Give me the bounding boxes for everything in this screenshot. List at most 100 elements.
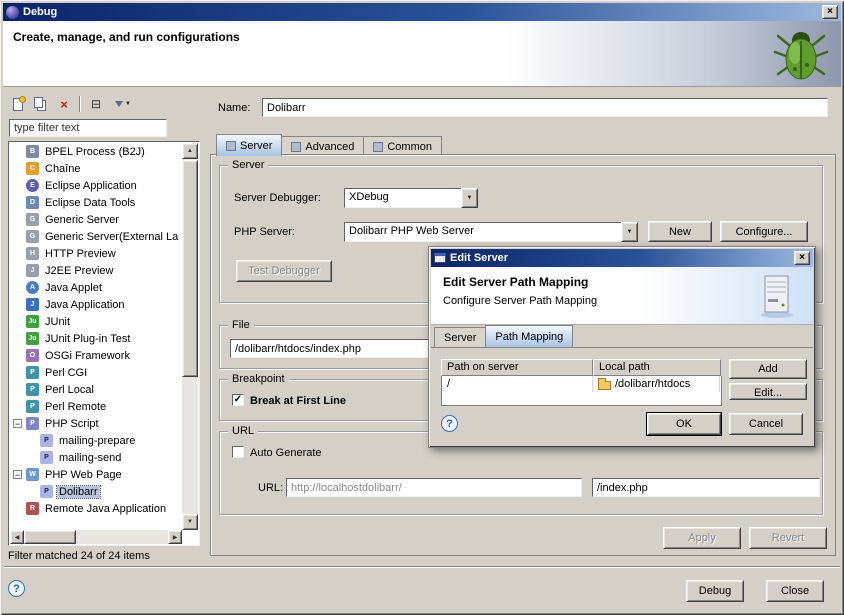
tree-item-generic-server[interactable]: GGeneric Server <box>10 211 182 228</box>
edit-server-heading: Edit Server Path Mapping <box>443 275 588 289</box>
edit-server-title: Edit Server <box>450 252 794 264</box>
apply-button[interactable]: Apply <box>663 527 741 549</box>
tree-item-perl-cgi[interactable]: PPerl CGI <box>10 364 182 381</box>
edit-server-subheading: Configure Server Path Mapping <box>443 295 597 307</box>
column-local-path[interactable]: Local path <box>593 359 721 376</box>
tree-item-perl-local[interactable]: PPerl Local <box>10 381 182 398</box>
tree-item-mailing-prepare[interactable]: Pmailing-prepare <box>10 432 182 449</box>
collapse-expander-icon[interactable]: − <box>13 419 22 428</box>
tab-server[interactable]: Server <box>216 134 282 156</box>
php-server-select[interactable]: Dolibarr PHP Web Server ▼ <box>344 222 638 242</box>
scroll-right-icon[interactable]: ▶ <box>168 530 182 544</box>
edit-server-titlebar: Edit Server × <box>431 249 813 267</box>
revert-button[interactable]: Revert <box>749 527 827 549</box>
path-on-server-cell: / <box>442 376 593 392</box>
tree-item-j2ee-preview[interactable]: JJ2EE Preview <box>10 262 182 279</box>
j2ee-preview-icon: J <box>26 264 39 277</box>
collapse-expander-icon[interactable]: − <box>13 470 22 479</box>
tree-item-bpel[interactable]: BBPEL Process (B2J) <box>10 143 182 160</box>
tree-item-eclipse-data-tools[interactable]: DEclipse Data Tools <box>10 194 182 211</box>
scroll-left-icon[interactable]: ◀ <box>10 530 24 544</box>
dropdown-arrow-icon: ▼ <box>621 222 638 242</box>
tree-item-junit[interactable]: JuJUnit <box>10 313 182 330</box>
remote-java-icon: R <box>26 502 39 515</box>
tree-item-dolibarr[interactable]: PDolibarr <box>10 483 182 500</box>
test-debugger-button[interactable]: Test Debugger <box>236 260 332 282</box>
eclipse-application-icon: E <box>26 179 39 192</box>
url-path-input[interactable] <box>592 478 820 497</box>
configurations-tree: BBPEL Process (B2J) CChaîne EEclipse App… <box>8 141 200 546</box>
ok-button[interactable]: OK <box>647 413 721 435</box>
tree-item-mailing-send[interactable]: Pmailing-send <box>10 449 182 466</box>
collapse-all-button[interactable]: ⊟ <box>86 94 106 114</box>
debug-bug-icon <box>773 25 829 83</box>
tree-item-java-applet[interactable]: AJava Applet <box>10 279 182 296</box>
tree-item-generic-server-external[interactable]: GGeneric Server(External La <box>10 228 182 245</box>
tab-advanced[interactable]: Advanced <box>281 136 364 156</box>
tab-path-mapping[interactable]: Path Mapping <box>485 325 573 347</box>
server-debugger-select[interactable]: XDebug ▼ <box>344 188 478 208</box>
break-first-line-label: Break at First Line <box>250 395 346 407</box>
horizontal-scroll-thumb[interactable] <box>24 530 76 544</box>
breakpoint-group-legend: Breakpoint <box>228 373 289 385</box>
delete-config-button[interactable]: × <box>54 94 74 114</box>
tree-item-chaine[interactable]: CChaîne <box>10 160 182 177</box>
break-first-line-checkbox[interactable]: ✓ <box>232 394 244 406</box>
column-path-on-server[interactable]: Path on server <box>441 359 593 376</box>
edit-server-tabs: Server Path Mapping <box>434 327 573 347</box>
tree-rows: BBPEL Process (B2J) CChaîne EEclipse App… <box>10 143 182 530</box>
tree-item-php-web-page[interactable]: −WPHP Web Page <box>10 466 182 483</box>
edit-server-header: Edit Server Path Mapping Configure Serve… <box>431 267 813 325</box>
window-title: Debug <box>23 6 822 18</box>
advanced-tab-icon <box>291 142 301 152</box>
auto-generate-checkbox[interactable] <box>232 446 244 458</box>
new-server-button[interactable]: New <box>648 221 712 242</box>
tree-item-http-preview[interactable]: HHTTP Preview <box>10 245 182 262</box>
tree-vertical-scrollbar[interactable]: ▲ ▼ <box>182 143 198 530</box>
configure-button[interactable]: Configure... <box>720 221 808 242</box>
dropdown-arrow-icon: ▼ <box>461 188 478 208</box>
debug-button[interactable]: Debug <box>686 580 744 602</box>
tree-item-java-application[interactable]: JJava Application <box>10 296 182 313</box>
data-tools-icon: D <box>26 196 39 209</box>
tree-item-perl-remote[interactable]: PPerl Remote <box>10 398 182 415</box>
name-input[interactable] <box>262 98 828 117</box>
perl-cgi-icon: P <box>26 366 39 379</box>
add-mapping-button[interactable]: Add <box>729 359 807 379</box>
eclipse-window-icon <box>6 6 19 19</box>
http-preview-icon: H <box>26 247 39 260</box>
close-button[interactable]: Close <box>766 580 824 602</box>
file-group-legend: File <box>228 319 254 331</box>
close-icon: × <box>827 6 833 17</box>
tree-item-php-script[interactable]: −PPHP Script <box>10 415 182 432</box>
tree-item-osgi-framework[interactable]: OOSGi Framework <box>10 347 182 364</box>
tab-edit-server[interactable]: Server <box>434 327 486 347</box>
help-button[interactable]: ? <box>8 580 25 597</box>
filter-menu-button[interactable]: ▼ <box>109 94 137 114</box>
server-tab-icon <box>226 141 236 151</box>
tree-horizontal-scrollbar[interactable]: ◀ ▶ <box>10 530 182 544</box>
dialog-help-button[interactable]: ? <box>441 415 458 432</box>
duplicate-config-button[interactable] <box>31 94 51 114</box>
configurations-toolbar: × ⊟ ▼ <box>8 92 137 116</box>
tab-common[interactable]: Common <box>363 136 442 156</box>
tree-item-remote-java-application[interactable]: RRemote Java Application <box>10 500 182 517</box>
url-base-input[interactable] <box>286 478 582 497</box>
filter-icon <box>115 101 123 107</box>
url-group-legend: URL <box>228 425 258 437</box>
edit-mapping-button[interactable]: Edit... <box>729 383 807 400</box>
tree-item-eclipse-application[interactable]: EEclipse Application <box>10 177 182 194</box>
new-config-button[interactable] <box>8 94 28 114</box>
scroll-up-icon[interactable]: ▲ <box>182 143 198 159</box>
window-close-button[interactable]: × <box>822 5 838 19</box>
cancel-button[interactable]: Cancel <box>729 413 803 435</box>
tree-item-junit-plugin-test[interactable]: JuJUnit Plug-in Test <box>10 330 182 347</box>
name-label: Name: <box>218 102 250 114</box>
scroll-down-icon[interactable]: ▼ <box>182 514 198 530</box>
filter-input[interactable] <box>9 119 167 137</box>
table-row[interactable]: / /dolibarr/htdocs <box>442 376 721 392</box>
window-titlebar: Debug × <box>3 3 841 21</box>
edit-server-close-button[interactable]: × <box>794 251 810 265</box>
local-path-cell: /dolibarr/htdocs <box>593 376 720 392</box>
vertical-scroll-thumb[interactable] <box>182 160 198 377</box>
